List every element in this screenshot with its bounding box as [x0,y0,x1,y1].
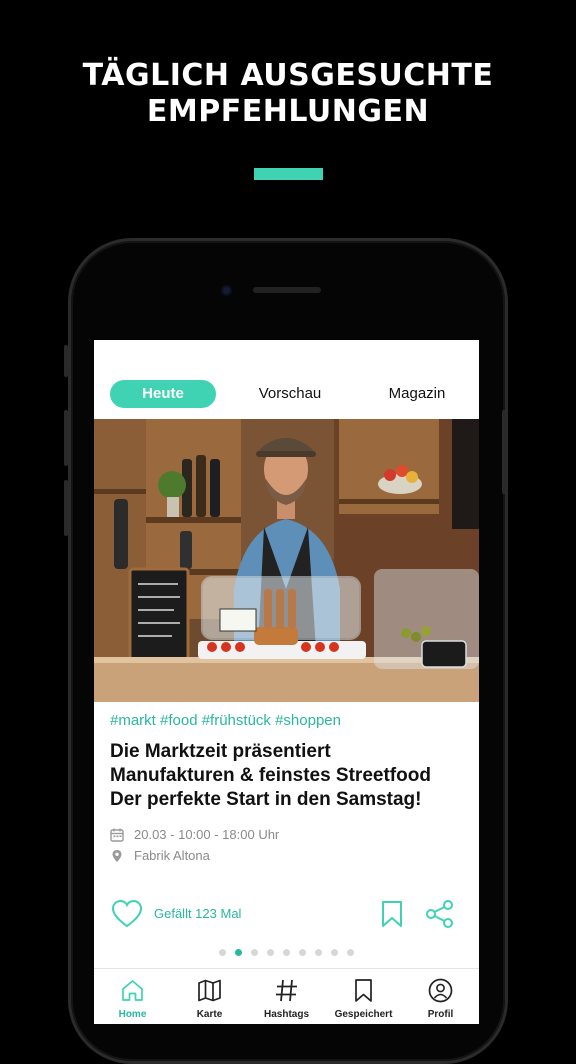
app-screen: Heute Vorschau Magazin #markt #food #frü… [94,340,479,1024]
like-count[interactable]: Gefällt 123 Mal [154,906,241,921]
card-hashtags[interactable]: #markt #food #frühstück #shoppen [110,712,341,729]
bookmark-icon [355,979,372,1002]
promo-headline: TÄGLICH AUSGESUCHTE EMPFEHLUNGEN [0,58,576,130]
tabbar-label-profil: Profil [427,1009,454,1020]
headline-line-2: EMPFEHLUNGEN [146,94,430,129]
tabbar-label-karte: Karte [196,1009,223,1020]
like-heart-icon[interactable] [111,899,143,928]
tab-magazin[interactable]: Magazin [377,380,457,408]
bottom-tab-bar: Home Karte Hashtags Gespeichert Profil [94,968,479,1024]
tabbar-item-home[interactable]: Home [94,969,171,1024]
tab-vorschau[interactable]: Vorschau [244,380,336,408]
map-icon [198,979,221,1002]
event-date-row: 20.03 - 10:00 - 18:00 Uhr [110,827,279,842]
phone-volume-up [64,410,68,466]
location-pin-icon [112,849,122,862]
tabbar-item-karte[interactable]: Karte [171,969,248,1024]
event-location-row[interactable]: Fabrik Altona [110,848,210,863]
tabbar-item-gespeichert[interactable]: Gespeichert [325,969,402,1024]
phone-volume-down [64,480,68,536]
card-title-line-2: Manufakturen & feinstes Streetfood [110,765,431,786]
hashtag-icon [276,979,297,1002]
tabbar-label-gespeichert: Gespeichert [334,1009,393,1020]
headline-line-1: TÄGLICH AUSGESUCHTE [82,58,494,93]
profile-icon [428,978,453,1003]
tabbar-label-home: Home [118,1009,147,1020]
card-title-line-1: Die Marktzeit präsentiert [110,741,331,762]
page-dot[interactable] [347,949,354,956]
phone-power-button [502,410,506,494]
tabbar-label-hashtags: Hashtags [263,1009,309,1020]
top-tabs: Heute Vorschau Magazin [94,380,479,408]
event-location: Fabrik Altona [134,848,210,863]
page-dot[interactable] [219,949,226,956]
page-dot[interactable] [251,949,258,956]
page-dot[interactable] [315,949,322,956]
front-camera [221,285,232,296]
home-icon [122,980,143,1001]
card-title[interactable]: Die Marktzeit präsentiert Manufakturen &… [110,740,470,812]
page-dot[interactable] [331,949,338,956]
earpiece-speaker [253,287,321,293]
bookmark-icon[interactable] [381,900,403,928]
phone-mute-switch [64,345,68,377]
accent-bar [254,168,323,180]
event-date: 20.03 - 10:00 - 18:00 Uhr [134,827,280,842]
card-title-line-3: Der perfekte Start in den Samstag! [110,789,422,810]
page-dot[interactable] [267,949,274,956]
page-dot[interactable] [283,949,290,956]
page-dot-active[interactable] [235,949,242,956]
tabbar-item-hashtags[interactable]: Hashtags [248,969,325,1024]
tabbar-item-profil[interactable]: Profil [402,969,479,1024]
calendar-icon [110,828,124,842]
hero-photo[interactable] [94,419,479,702]
share-icon[interactable] [425,899,455,929]
page-dot[interactable] [299,949,306,956]
tab-heute[interactable]: Heute [110,380,216,408]
card-pagination[interactable] [94,949,479,956]
